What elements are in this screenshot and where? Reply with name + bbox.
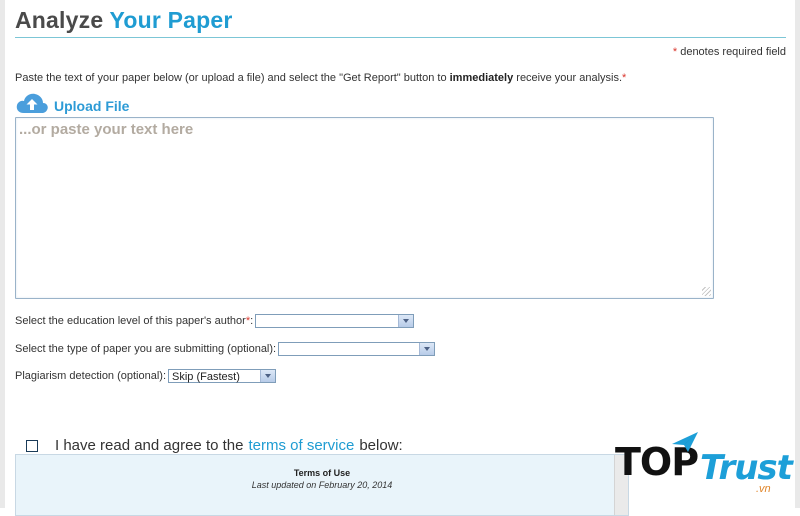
required-marker: *: [622, 72, 627, 84]
agree-text-end: below:: [359, 437, 403, 454]
upload-file-button[interactable]: Upload File: [15, 91, 129, 120]
title-divider: [15, 37, 786, 38]
resize-grip[interactable]: [702, 287, 711, 296]
required-marker: *: [672, 46, 678, 58]
watermark-trust-text: Trust: [700, 448, 793, 488]
paper-type-row: Select the type of paper you are submitt…: [15, 342, 436, 356]
chevron-down-icon[interactable]: [260, 370, 276, 382]
plagiarism-select[interactable]: Skip (Fastest): [168, 369, 277, 383]
agree-text: I have read and agree to the: [55, 437, 244, 454]
upload-file-label: Upload File: [54, 97, 130, 114]
instructions-text: Paste the text of your paper below (or u…: [15, 72, 450, 84]
watermark-domain: .vn: [756, 483, 771, 495]
agree-terms-checkbox[interactable]: [26, 439, 38, 452]
instructions: Paste the text of your paper below (or u…: [15, 72, 626, 84]
page-title-part2: Your Paper: [109, 7, 233, 33]
paper-text-placeholder: ...or paste your text here: [19, 121, 194, 138]
education-level-label-text: Select the education level of this paper…: [15, 315, 246, 327]
chevron-down-icon[interactable]: [398, 315, 414, 327]
instructions-text-end: receive your analysis.: [513, 72, 623, 84]
toptrust-watermark: TOP Trust .vn: [612, 430, 800, 508]
terms-updated: Last updated on February 20, 2014: [251, 480, 393, 490]
terms-of-service-link[interactable]: terms of service: [248, 437, 354, 454]
instructions-emphasis: immediately: [449, 72, 514, 84]
paper-plane-icon: [670, 430, 700, 459]
required-field-note: * denotes required field: [673, 46, 786, 58]
plagiarism-value: Skip (Fastest): [172, 371, 240, 383]
paper-type-select[interactable]: [278, 342, 436, 356]
cloud-upload-icon: [15, 91, 49, 120]
required-marker: *: [245, 315, 251, 327]
terms-title: Terms of Use: [293, 468, 351, 478]
chevron-down-icon[interactable]: [419, 343, 435, 355]
plagiarism-row: Plagiarism detection (optional): Skip (F…: [15, 369, 277, 383]
paper-text-input[interactable]: ...or paste your text here: [15, 117, 714, 299]
agree-terms-row: I have read and agree to the terms of se…: [26, 437, 403, 454]
required-note-text: denotes required field: [680, 46, 786, 58]
terms-of-use-box[interactable]: Terms of Use Last updated on February 20…: [15, 454, 629, 516]
paper-type-label: Select the type of paper you are submitt…: [15, 343, 277, 355]
left-page-edge: [0, 0, 5, 508]
education-level-label: Select the education level of this paper…: [15, 315, 254, 327]
education-level-row: Select the education level of this paper…: [15, 314, 415, 328]
education-level-select[interactable]: [255, 314, 415, 328]
page-title: Analyze Your Paper: [15, 7, 233, 34]
page-title-part1: Analyze: [15, 7, 104, 33]
plagiarism-label: Plagiarism detection (optional):: [15, 370, 167, 382]
